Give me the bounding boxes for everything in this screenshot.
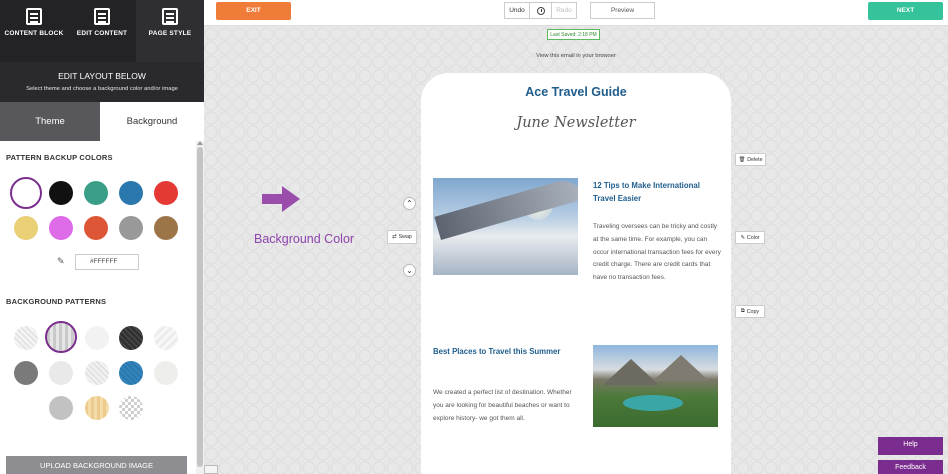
- undo-redo-group: Undo Redo: [504, 2, 577, 19]
- tab-theme[interactable]: Theme: [0, 102, 100, 141]
- delete-label: Delete: [747, 156, 763, 163]
- view-in-browser-link[interactable]: View this email in your browser: [204, 53, 948, 59]
- content-block-icon: [26, 8, 42, 25]
- feedback-button[interactable]: Feedback: [878, 460, 943, 474]
- history-button[interactable]: [530, 3, 552, 18]
- color-swatch[interactable]: [119, 216, 143, 240]
- color-label: Color: [746, 234, 760, 241]
- copy-label: Copy: [746, 308, 760, 315]
- color-swatch[interactable]: [84, 181, 108, 205]
- pattern-swatch[interactable]: [119, 326, 143, 350]
- pattern-swatch[interactable]: [119, 396, 143, 420]
- hex-row: ✎ #FFFFFF: [57, 254, 139, 270]
- airplane-wing-image[interactable]: [433, 178, 578, 275]
- color-swatch[interactable]: [154, 216, 178, 240]
- color-swatch[interactable]: [14, 216, 38, 240]
- delete-button[interactable]: 🗑 Delete: [735, 153, 766, 166]
- mountain-shape: [653, 355, 709, 381]
- edit-content-icon: [94, 8, 110, 25]
- pattern-swatch[interactable]: [119, 361, 143, 385]
- background-color-annotation: Background Color: [254, 232, 355, 246]
- article1-title[interactable]: 12 Tips to Make International Travel Eas…: [593, 179, 723, 205]
- email-preview[interactable]: Ace Travel Guide June Newsletter 12 Tips…: [421, 73, 731, 474]
- color-swatch[interactable]: [119, 181, 143, 205]
- pattern-swatch[interactable]: [14, 326, 38, 350]
- arrow-right-icon: [262, 186, 300, 212]
- pattern-swatch[interactable]: [14, 361, 38, 385]
- redo-button[interactable]: Redo: [552, 3, 576, 18]
- email-title[interactable]: Ace Travel Guide: [421, 85, 731, 99]
- mode-bar: CONTENT BLOCK EDIT CONTENT PAGE STYLE: [0, 0, 204, 62]
- pattern-swatch-selected[interactable]: [45, 321, 77, 353]
- trash-icon: 🗑: [738, 156, 746, 163]
- color-swatch[interactable]: [49, 216, 73, 240]
- style-tabs: Theme Background: [0, 102, 204, 141]
- next-button[interactable]: NEXT: [868, 2, 943, 20]
- layout-header-subtitle: Select theme and choose a background col…: [26, 86, 178, 92]
- pattern-swatch[interactable]: [49, 361, 73, 385]
- last-saved-badge: Last Saved: 2:18 PM: [547, 29, 600, 40]
- eyedropper-icon[interactable]: ✎: [57, 256, 67, 268]
- color-swatch[interactable]: [154, 181, 178, 205]
- pattern-swatch[interactable]: [85, 361, 109, 385]
- mountain-shape: [603, 359, 659, 385]
- pattern-swatch[interactable]: [154, 326, 178, 350]
- clock-icon: [536, 6, 545, 15]
- pattern-backup-colors-title: PATTERN BACKUP COLORS: [6, 153, 113, 162]
- swap-icon: ⇄: [392, 234, 397, 240]
- upload-background-image-button[interactable]: UPLOAD BACKGROUND IMAGE: [6, 456, 187, 474]
- move-down-icon[interactable]: ⌄: [403, 264, 416, 277]
- mountain-lake-image[interactable]: [593, 345, 718, 427]
- pattern-swatch[interactable]: [49, 396, 73, 420]
- color-swatch[interactable]: [49, 181, 73, 205]
- pattern-swatch[interactable]: [85, 396, 109, 420]
- undo-button[interactable]: Undo: [505, 3, 530, 18]
- background-patterns-title: BACKGROUND PATTERNS: [6, 297, 107, 306]
- help-button[interactable]: Help: [878, 437, 943, 455]
- tab-background[interactable]: Background: [100, 102, 204, 141]
- resize-handle[interactable]: [204, 465, 218, 474]
- scrollbar-thumb[interactable]: [197, 147, 203, 467]
- swap-button[interactable]: ⇄ Swap: [387, 230, 417, 244]
- edit-content-label: EDIT CONTENT: [76, 30, 128, 37]
- top-toolbar: EXIT Undo Redo Preview NEXT: [204, 0, 948, 26]
- article2-body[interactable]: We created a perfect list of destination…: [433, 387, 583, 425]
- content-block-mode-button[interactable]: CONTENT BLOCK: [0, 0, 68, 62]
- left-panel-scrollbar[interactable]: [196, 141, 204, 474]
- layout-header: EDIT LAYOUT BELOW Select theme and choos…: [0, 62, 204, 102]
- page-style-label: PAGE STYLE: [148, 30, 192, 37]
- airplane-wing: [434, 178, 578, 240]
- edit-content-mode-button[interactable]: EDIT CONTENT: [68, 0, 136, 62]
- article2-title[interactable]: Best Places to Travel this Summer: [433, 345, 563, 358]
- left-panel: CONTENT BLOCK EDIT CONTENT PAGE STYLE ED…: [0, 0, 204, 474]
- lake-shape: [623, 395, 683, 411]
- exit-button[interactable]: EXIT: [216, 2, 291, 20]
- layout-header-title: EDIT LAYOUT BELOW: [58, 71, 146, 81]
- pattern-swatch[interactable]: [85, 326, 109, 350]
- article1-body[interactable]: Traveling oversees can be tricky and cos…: [593, 221, 721, 285]
- content-block-label: CONTENT BLOCK: [4, 30, 64, 37]
- page-style-icon: [162, 8, 178, 25]
- move-up-icon[interactable]: ⌃: [403, 197, 416, 210]
- color-swatch[interactable]: [84, 216, 108, 240]
- email-subtitle[interactable]: June Newsletter: [421, 115, 731, 131]
- scroll-up-icon[interactable]: [197, 141, 203, 145]
- hex-input[interactable]: #FFFFFF: [75, 254, 139, 270]
- page-style-mode-button[interactable]: PAGE STYLE: [136, 0, 204, 62]
- pattern-swatch[interactable]: [154, 361, 178, 385]
- color-swatch-selected[interactable]: [10, 177, 42, 209]
- copy-icon: ⧉: [740, 308, 745, 314]
- email-canvas[interactable]: Last Saved: 2:18 PM View this email in y…: [204, 27, 948, 474]
- copy-button[interactable]: ⧉ Copy: [735, 305, 765, 318]
- preview-button[interactable]: Preview: [590, 2, 655, 19]
- paint-icon: ✎: [740, 234, 745, 241]
- swap-label: Swap: [398, 234, 412, 240]
- color-button[interactable]: ✎ Color: [735, 231, 765, 244]
